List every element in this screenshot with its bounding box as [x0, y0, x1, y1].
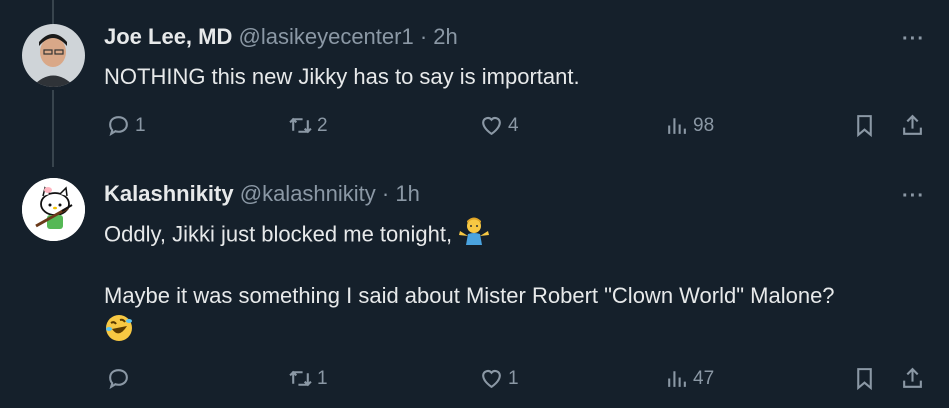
tweet-text: NOTHING this new Jikky has to say is imp…	[104, 64, 580, 89]
bookmark-button[interactable]	[852, 366, 877, 391]
avatar-joe-lee[interactable]	[22, 24, 85, 87]
heart-icon	[482, 117, 501, 136]
timestamp[interactable]: 2h	[433, 24, 457, 49]
views-count: 47	[693, 367, 715, 389]
tweet-text-line-1: Oddly, Jikki just blocked me tonight,	[104, 217, 490, 254]
views-count: 98	[693, 114, 715, 136]
rofl-emoji-icon	[104, 313, 134, 350]
shrug-emoji-icon	[458, 217, 490, 254]
separator: ·	[381, 181, 390, 206]
heart-icon	[482, 370, 501, 389]
like-count: 4	[508, 114, 519, 136]
retweet-icon	[289, 370, 312, 387]
reply-count: 1	[135, 114, 146, 136]
reply-button[interactable]: 1	[106, 113, 146, 138]
thread-line-connector	[52, 90, 54, 167]
separator: ·	[419, 24, 428, 49]
tweet-header: Joe Lee, MD @lasikeyecenter1 · 2h	[104, 24, 458, 50]
timestamp[interactable]: 1h	[395, 181, 419, 206]
tweet-text-line-3	[104, 313, 134, 350]
bookmark-icon	[857, 115, 872, 138]
share-button[interactable]	[900, 113, 925, 138]
more-options-icon[interactable]: ···	[902, 185, 925, 208]
thread-line-top	[52, 0, 54, 25]
share-icon	[903, 114, 922, 135]
tweet-text: Oddly, Jikki just blocked me tonight,	[104, 221, 453, 247]
reply-icon	[109, 116, 128, 137]
retweet-icon	[289, 117, 312, 134]
share-button[interactable]	[900, 366, 925, 391]
reply-button[interactable]	[106, 366, 135, 391]
analytics-icon	[668, 118, 686, 134]
avatar-kalashnikity[interactable]	[22, 178, 85, 241]
like-button[interactable]: 4	[479, 113, 519, 138]
tweet-header: Kalashnikity @kalashnikity · 1h	[104, 181, 420, 207]
retweet-count: 1	[317, 367, 328, 389]
like-count: 1	[508, 367, 519, 389]
handle[interactable]: @kalashnikity	[240, 181, 376, 206]
bookmark-icon	[857, 368, 872, 391]
like-button[interactable]: 1	[479, 366, 519, 391]
retweet-count: 2	[317, 114, 328, 136]
views-button[interactable]: 98	[664, 113, 714, 138]
display-name[interactable]: Joe Lee, MD	[104, 24, 232, 49]
views-button[interactable]: 47	[664, 366, 714, 391]
reply-icon	[109, 369, 128, 390]
retweet-button[interactable]: 1	[288, 366, 328, 391]
share-icon	[903, 367, 922, 388]
display-name[interactable]: Kalashnikity	[104, 181, 234, 206]
tweet-text-line-2: Maybe it was something I said about Mist…	[104, 283, 835, 308]
retweet-button[interactable]: 2	[288, 113, 328, 138]
handle[interactable]: @lasikeyecenter1	[239, 24, 414, 49]
bookmark-button[interactable]	[852, 113, 877, 138]
analytics-icon	[668, 371, 686, 387]
more-options-icon[interactable]: ···	[902, 28, 925, 51]
